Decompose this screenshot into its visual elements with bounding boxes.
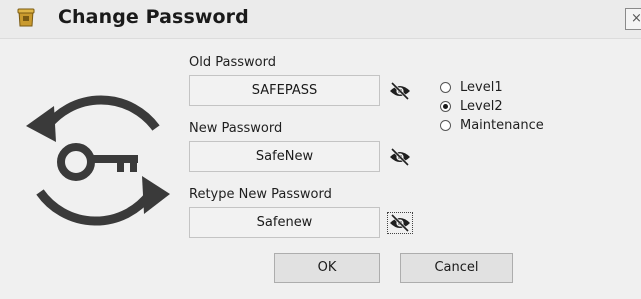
- radio-button[interactable]: [440, 120, 451, 131]
- ok-button[interactable]: OK: [274, 253, 380, 283]
- old-password-label: Old Password: [189, 55, 276, 70]
- title-bar: Change Password ×: [0, 0, 641, 39]
- radio-maintenance[interactable]: Maintenance: [440, 118, 570, 136]
- new-password-label: New Password: [189, 121, 283, 136]
- old-password-field[interactable]: SAFEPASS: [189, 75, 380, 106]
- app-icon: [17, 8, 35, 27]
- change-password-dialog: Change Password × Old Password SAFEPASS …: [0, 0, 641, 299]
- radio-level1[interactable]: Level1: [440, 80, 560, 98]
- radio-button[interactable]: [440, 101, 451, 112]
- eye-slash-icon[interactable]: [389, 148, 411, 166]
- key-rotate-icon: [26, 95, 170, 226]
- close-button[interactable]: ×: [625, 8, 641, 30]
- retype-password-field[interactable]: Safenew: [189, 207, 380, 238]
- cancel-button[interactable]: Cancel: [400, 253, 513, 283]
- radio-label: Level1: [460, 80, 503, 95]
- radio-label: Level2: [460, 99, 503, 114]
- retype-password-label: Retype New Password: [189, 187, 332, 202]
- new-password-field[interactable]: SafeNew: [189, 141, 380, 172]
- dialog-title: Change Password: [58, 6, 249, 28]
- eye-slash-icon[interactable]: [387, 212, 413, 234]
- radio-button[interactable]: [440, 82, 451, 93]
- radio-level2[interactable]: Level2: [440, 99, 560, 117]
- radio-label: Maintenance: [460, 118, 544, 133]
- eye-slash-icon[interactable]: [389, 82, 411, 100]
